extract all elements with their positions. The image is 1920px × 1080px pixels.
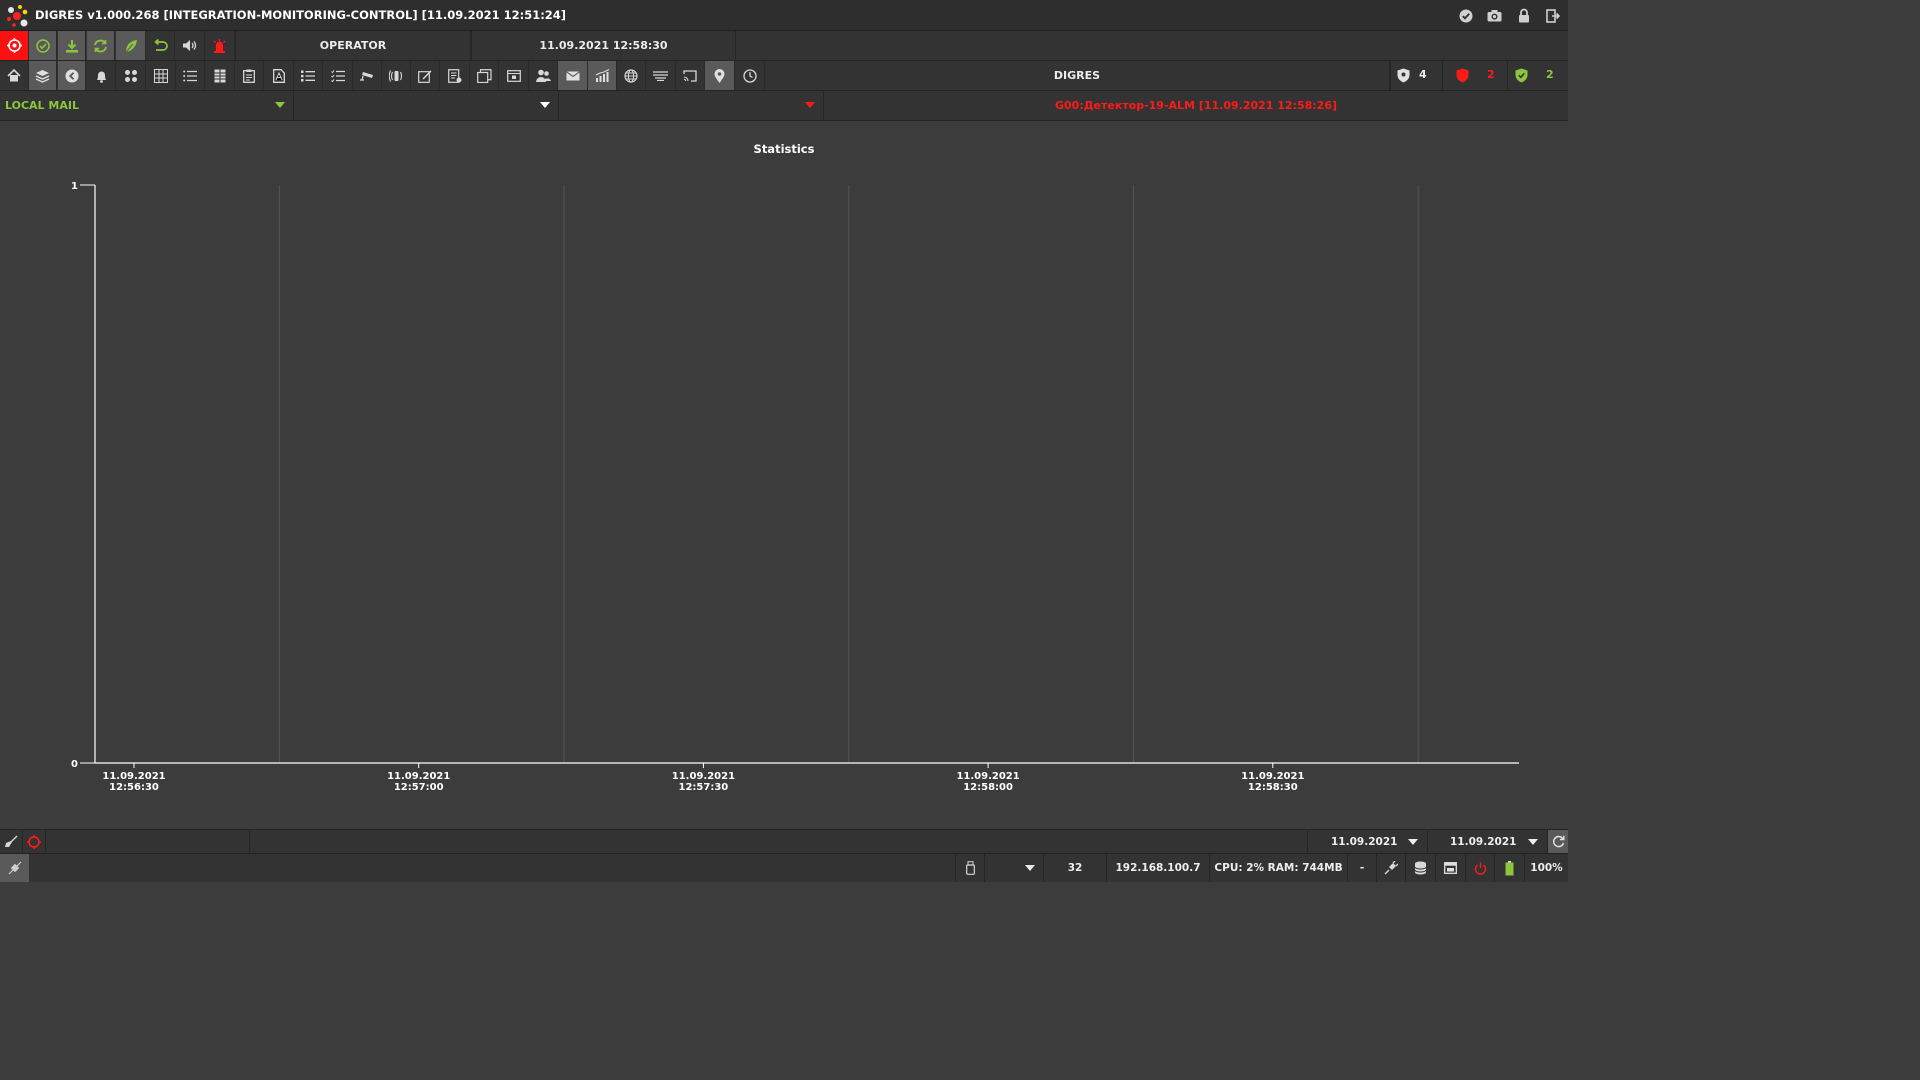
zoom-level: 100% bbox=[1524, 854, 1568, 882]
date-range-bar: 11.09.2021 11.09.2021 bbox=[0, 829, 1568, 853]
count-value: 32 bbox=[1043, 854, 1106, 882]
y-tick-label: 0 bbox=[71, 759, 78, 770]
current-datetime: 11.09.2021 12:58:30 bbox=[471, 31, 736, 60]
y-tick-label: 1 bbox=[71, 181, 78, 192]
clipboard-icon[interactable] bbox=[235, 61, 264, 90]
power-icon[interactable] bbox=[1465, 854, 1494, 882]
checklist-icon[interactable] bbox=[323, 61, 353, 90]
edit-icon[interactable] bbox=[411, 61, 440, 90]
chevron-down-icon bbox=[275, 102, 285, 108]
window-icon[interactable] bbox=[1435, 854, 1465, 882]
report-icon[interactable] bbox=[440, 61, 470, 90]
date-to-value: 11.09.2021 bbox=[1450, 835, 1517, 848]
shield-icon bbox=[1397, 68, 1410, 83]
chevron-down-icon bbox=[1025, 865, 1035, 871]
menu-lines-icon[interactable] bbox=[646, 61, 676, 90]
back-icon[interactable] bbox=[58, 61, 86, 90]
table-icon[interactable] bbox=[205, 61, 235, 90]
x-tick-label: 11.09.2021 12:58:30 bbox=[1241, 771, 1304, 793]
list-icon[interactable] bbox=[176, 61, 205, 90]
x-tick-label: 11.09.2021 12:57:30 bbox=[672, 771, 735, 793]
undo-icon[interactable] bbox=[146, 31, 175, 60]
counter-ok: 2 bbox=[1546, 68, 1554, 81]
app-logo-icon bbox=[7, 5, 28, 27]
check-circle-icon[interactable] bbox=[29, 31, 57, 60]
counter-alarm: 2 bbox=[1487, 68, 1495, 81]
bullet-list-icon[interactable] bbox=[294, 61, 323, 90]
shield-ok-icon bbox=[1515, 68, 1528, 83]
satellite-icon[interactable] bbox=[0, 854, 29, 882]
sensor-icon[interactable] bbox=[382, 61, 411, 90]
chevron-down-icon bbox=[805, 102, 815, 108]
globe-icon[interactable] bbox=[617, 61, 646, 90]
operator-label: OPERATOR bbox=[235, 31, 471, 60]
battery-icon bbox=[1494, 854, 1524, 882]
filter-bar: LOCAL MAIL G00:Детектор-19-ALM [11.09.20… bbox=[0, 91, 1568, 121]
window-title: DIGRES v1.000.268 [INTEGRATION-MONITORIN… bbox=[35, 8, 567, 22]
last-event[interactable]: G00:Детектор-19-ALM [11.09.2021 12:58:26… bbox=[824, 91, 1568, 120]
perf-info: CPU: 2% RAM: 744MB bbox=[1209, 854, 1347, 882]
check-circle-icon[interactable] bbox=[1456, 6, 1475, 25]
x-tick-label: 11.09.2021 12:58:00 bbox=[956, 771, 1019, 793]
camera-icon[interactable] bbox=[1485, 6, 1504, 25]
status-toolbar: OPERATOR 11.09.2021 12:58:30 bbox=[0, 31, 1568, 61]
chart-canvas: 1 0 11.09.2021 12:56:30 11.09.2021 12:57:00 11… bbox=[71, 181, 1519, 793]
users-icon[interactable] bbox=[529, 61, 558, 90]
statistics-chart: Statistics 1 0 11.09.2021 12:56:30 11.09.202… bbox=[0, 122, 1568, 828]
leaf-icon[interactable] bbox=[116, 31, 146, 60]
alarm-target-icon[interactable] bbox=[0, 31, 29, 60]
last-event-text: G00:Детектор-19-ALM [11.09.2021 12:58:26… bbox=[1054, 99, 1338, 112]
status-bar: 32 192.168.100.7 CPU: 2% RAM: 744MB - 10… bbox=[0, 853, 1568, 882]
grid-icon[interactable] bbox=[146, 61, 176, 90]
lock-icon[interactable] bbox=[1514, 6, 1533, 25]
modules-icon[interactable] bbox=[116, 61, 146, 90]
layers-icon[interactable] bbox=[29, 61, 57, 90]
siren-icon[interactable] bbox=[205, 31, 235, 60]
exit-icon[interactable] bbox=[1543, 6, 1562, 25]
pdf-icon[interactable] bbox=[264, 61, 294, 90]
cast-icon[interactable] bbox=[676, 61, 705, 90]
mail-icon[interactable] bbox=[558, 61, 588, 90]
documents-icon[interactable] bbox=[470, 61, 499, 90]
statistics-icon[interactable] bbox=[588, 61, 617, 90]
clock-icon[interactable] bbox=[735, 61, 765, 90]
sync-icon[interactable] bbox=[87, 31, 115, 60]
third-select[interactable] bbox=[559, 91, 824, 120]
title-bar: DIGRES v1.000.268 [INTEGRATION-MONITORIN… bbox=[0, 0, 1568, 31]
system-name: DIGRES bbox=[765, 61, 1390, 90]
map-pin-icon[interactable] bbox=[705, 61, 735, 90]
plug-icon[interactable] bbox=[1376, 854, 1405, 882]
second-select[interactable] bbox=[294, 91, 559, 120]
reset-alarm-icon[interactable] bbox=[22, 830, 45, 853]
counters-group: 4 2 2 bbox=[1390, 61, 1569, 90]
broom-icon[interactable] bbox=[0, 830, 22, 853]
chevron-down-icon bbox=[540, 102, 550, 108]
date-from-value: 11.09.2021 bbox=[1331, 835, 1398, 848]
status-field-1 bbox=[45, 830, 249, 853]
source-select[interactable]: LOCAL MAIL bbox=[0, 91, 294, 120]
chevron-down-icon bbox=[1408, 839, 1418, 845]
x-tick-label: 11.09.2021 12:56:30 bbox=[102, 771, 165, 793]
x-tick-label: 11.09.2021 12:57:00 bbox=[387, 771, 450, 793]
chevron-down-icon bbox=[1528, 839, 1538, 845]
dash-field: - bbox=[1347, 854, 1376, 882]
home-icon[interactable] bbox=[0, 61, 29, 90]
main-toolbar: DIGRES 4 2 2 bbox=[0, 61, 1568, 91]
download-icon[interactable] bbox=[58, 31, 86, 60]
cctv-camera-icon[interactable] bbox=[353, 61, 382, 90]
shield-alarm-icon bbox=[1456, 68, 1469, 83]
calendar-icon[interactable] bbox=[499, 61, 529, 90]
source-select-value: LOCAL MAIL bbox=[5, 99, 79, 112]
date-from-select[interactable]: 11.09.2021 bbox=[1307, 830, 1427, 853]
status-field-2 bbox=[249, 830, 1307, 853]
usb-drive-icon[interactable] bbox=[955, 854, 984, 882]
bell-icon[interactable] bbox=[87, 61, 116, 90]
database-icon[interactable] bbox=[1405, 854, 1435, 882]
sound-icon[interactable] bbox=[175, 31, 205, 60]
date-to-select[interactable]: 11.09.2021 bbox=[1427, 830, 1547, 853]
counter-total: 4 bbox=[1419, 68, 1427, 81]
ip-address: 192.168.100.7 bbox=[1106, 854, 1209, 882]
device-select[interactable] bbox=[984, 854, 1043, 882]
refresh-icon[interactable] bbox=[1547, 830, 1568, 853]
